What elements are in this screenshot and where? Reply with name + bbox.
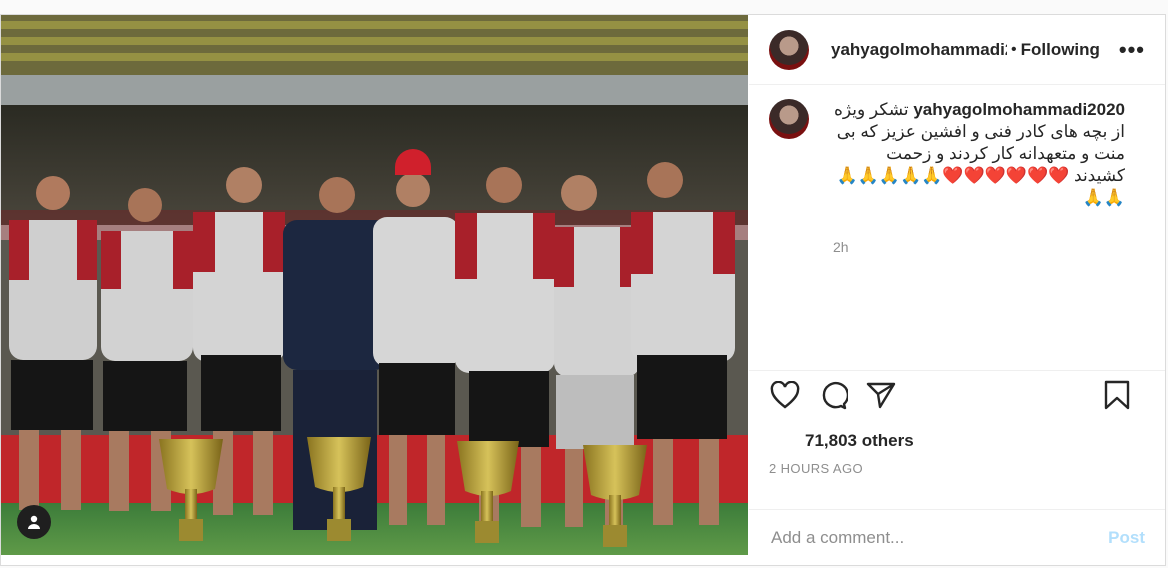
following-button[interactable]: Following: [1021, 40, 1100, 60]
bookmark-icon[interactable]: [1101, 379, 1133, 411]
user-tag-icon[interactable]: [17, 505, 51, 539]
more-options-icon[interactable]: •••: [1119, 37, 1145, 63]
caption-text: yahyagolmohammadi2020 تشکر ویژه از بچه ه…: [831, 99, 1125, 209]
caption-timestamp[interactable]: 2h: [833, 239, 849, 255]
caption-row: yahyagolmohammadi2020 تشکر ویژه از بچه ه…: [769, 99, 1145, 209]
caption-body: yahyagolmohammadi2020 تشکر ویژه از بچه ه…: [831, 99, 1125, 209]
caption-avatar[interactable]: [769, 99, 809, 139]
share-icon[interactable]: [865, 379, 897, 411]
post-image: [1, 15, 748, 555]
comments-section: yahyagolmohammadi2020 تشکر ویژه از بچه ه…: [749, 85, 1165, 371]
comment-icon[interactable]: [817, 379, 849, 411]
header-username[interactable]: yahyagolmohammadi2: [831, 40, 1007, 60]
comment-input[interactable]: [769, 526, 1109, 549]
add-comment-bar: Post: [749, 509, 1165, 565]
avatar[interactable]: [769, 29, 809, 70]
post-frame: yahyagolmohammadi2 • Following ••• yahya…: [0, 14, 1166, 566]
posted-timestamp[interactable]: 2 HOURS AGO: [749, 455, 1165, 485]
separator-dot: •: [1011, 40, 1017, 58]
post-photo[interactable]: [1, 15, 748, 555]
post-sidebar: yahyagolmohammadi2 • Following ••• yahya…: [749, 15, 1165, 565]
post-header: yahyagolmohammadi2 • Following •••: [749, 15, 1165, 85]
post-comment-button[interactable]: Post: [1108, 528, 1145, 548]
heart-icon[interactable]: [769, 379, 801, 411]
caption-username[interactable]: yahyagolmohammadi2020: [913, 100, 1125, 119]
action-bar: [749, 371, 1165, 419]
likes-count[interactable]: 71,803 others: [749, 419, 1165, 455]
